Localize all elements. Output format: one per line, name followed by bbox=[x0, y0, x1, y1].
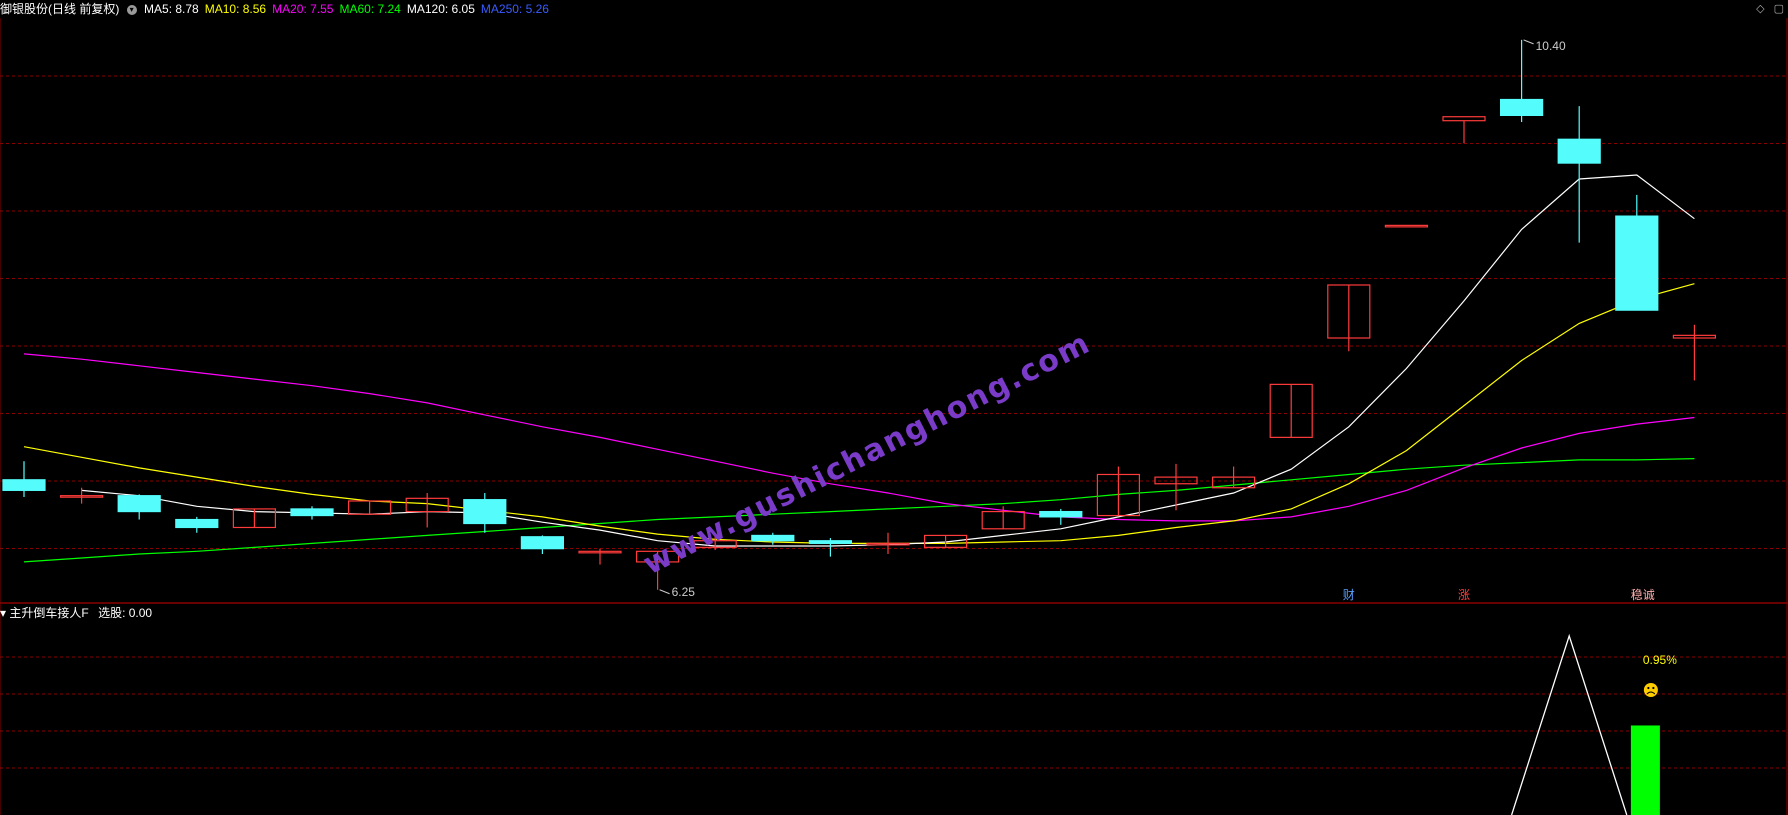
event-tag: 涨 bbox=[1458, 587, 1470, 602]
ma-label: MA120: 6.05 bbox=[406, 2, 475, 16]
candle bbox=[520, 536, 565, 550]
kline-chart: 6.2510.40财涨稳诚www.gushichanghong.com0.95% bbox=[0, 18, 1788, 815]
collapse-icon[interactable]: ▾ bbox=[126, 4, 137, 15]
ma-label: MA10: 8.56 bbox=[204, 2, 267, 16]
candle bbox=[1442, 116, 1486, 122]
candle bbox=[1039, 510, 1083, 518]
candle bbox=[1499, 98, 1544, 116]
maximize-icon[interactable]: ▢ bbox=[1774, 3, 1784, 15]
annotation-pointer bbox=[659, 589, 670, 595]
event-tag: 稳诚 bbox=[1631, 587, 1655, 602]
candle bbox=[117, 495, 161, 513]
stock-title: 御银股份(日线 前复权) bbox=[0, 2, 120, 16]
indicator-header: ▾ 主升倒车接人F 选股: 0.00 bbox=[0, 604, 152, 622]
price-annotation: 6.25 bbox=[672, 585, 696, 599]
ma-label: MA60: 7.24 bbox=[339, 2, 401, 16]
indicator-line bbox=[1510, 633, 1628, 815]
event-tag: 财 bbox=[1343, 588, 1355, 602]
sad-face-eye-icon bbox=[1652, 686, 1655, 690]
ma-label: MA20: 7.55 bbox=[272, 2, 334, 16]
candle bbox=[1615, 215, 1659, 311]
ma-legend: MA5: 8.78 MA10: 8.56 MA20: 7.55 MA60: 7.24 M… bbox=[144, 2, 555, 16]
price-annotation: 10.40 bbox=[1536, 39, 1566, 53]
candle bbox=[463, 499, 507, 525]
annotation-pointer bbox=[1523, 39, 1534, 45]
sad-face-eye-icon bbox=[1647, 686, 1650, 690]
candle bbox=[1557, 138, 1601, 164]
chevron-up-icon[interactable]: ◇ bbox=[1756, 3, 1764, 15]
indicator-collapse-icon[interactable]: ▾ bbox=[0, 606, 6, 620]
price-header: 御银股份(日线 前复权) ▾ MA5: 8.78 MA10: 8.56 MA20: … bbox=[0, 0, 1788, 18]
candle bbox=[1384, 224, 1429, 228]
window-controls[interactable]: ◇ ▢ bbox=[1750, 2, 1784, 15]
ma-label: MA250: 5.26 bbox=[480, 2, 549, 16]
candle bbox=[751, 534, 795, 542]
candle bbox=[808, 540, 853, 544]
indicator-pct-label: 0.95% bbox=[1643, 653, 1677, 667]
ma5-line bbox=[81, 174, 1695, 547]
candle bbox=[175, 518, 219, 529]
ma-label: MA5: 8.78 bbox=[144, 2, 199, 16]
sad-face-icon bbox=[1643, 683, 1658, 697]
candle bbox=[290, 508, 334, 517]
indicator-bar bbox=[1630, 725, 1660, 815]
indicator-value: 选股: 0.00 bbox=[98, 606, 153, 620]
indicator-name: 主升倒车接人F bbox=[9, 606, 89, 620]
candle bbox=[2, 479, 46, 491]
